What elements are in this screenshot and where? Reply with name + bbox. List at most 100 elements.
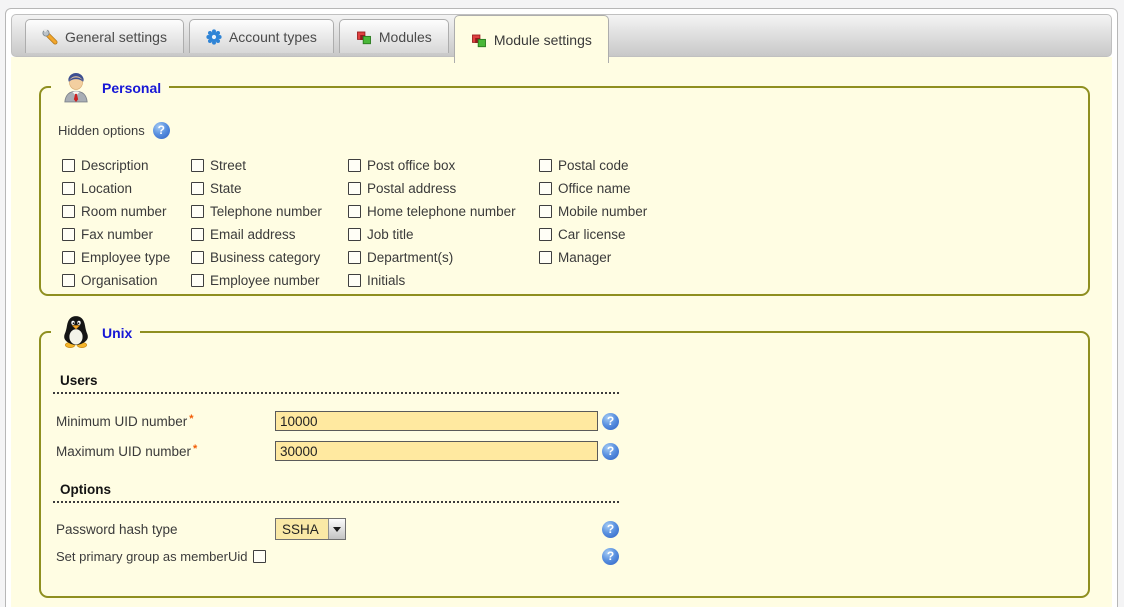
person-icon bbox=[59, 69, 93, 106]
hidden-option: State bbox=[191, 181, 348, 196]
unix-legend: Unix bbox=[51, 313, 140, 351]
tab-general-settings[interactable]: General settings bbox=[25, 19, 184, 53]
tab-account-types[interactable]: Account types bbox=[189, 19, 334, 53]
hidden-option: Room number bbox=[62, 204, 191, 219]
hidden-option-checkbox[interactable] bbox=[191, 182, 204, 195]
hidden-option: Department(s) bbox=[348, 250, 539, 265]
hidden-option: Home telephone number bbox=[348, 204, 539, 219]
hidden-option-checkbox[interactable] bbox=[191, 159, 204, 172]
member-uid-checkbox[interactable] bbox=[253, 550, 266, 563]
password-hash-row: Password hash type SSHA ? bbox=[56, 515, 619, 543]
help-icon[interactable]: ? bbox=[602, 413, 619, 430]
hidden-option: Email address bbox=[191, 227, 348, 242]
tab-label: Module settings bbox=[494, 32, 592, 48]
hidden-options-grid: Description Street Post office box Postal c… bbox=[62, 154, 1074, 292]
password-hash-select[interactable]: SSHA bbox=[275, 518, 346, 540]
gear-icon bbox=[206, 29, 222, 45]
hidden-option-checkbox[interactable] bbox=[62, 251, 75, 264]
hidden-option-checkbox[interactable] bbox=[191, 274, 204, 287]
hidden-option: Office name bbox=[539, 181, 1074, 196]
hidden-option-label: Business category bbox=[210, 250, 320, 265]
hidden-option-checkbox[interactable] bbox=[539, 182, 552, 195]
unix-title: Unix bbox=[102, 323, 132, 341]
hidden-option-label: Post office box bbox=[367, 158, 455, 173]
hidden-option-label: Employee number bbox=[210, 273, 320, 288]
hidden-option: Employee type bbox=[62, 250, 191, 265]
hidden-option: Postal code bbox=[539, 158, 1074, 173]
hidden-option-checkbox[interactable] bbox=[539, 228, 552, 241]
hidden-option-label: Office name bbox=[558, 181, 631, 196]
hidden-option-label: Postal code bbox=[558, 158, 629, 173]
settings-window: General settings Account typesModules Modu… bbox=[5, 8, 1118, 607]
hidden-option-label: Job title bbox=[367, 227, 414, 242]
hidden-option-checkbox[interactable] bbox=[62, 205, 75, 218]
hidden-option: Postal address bbox=[348, 181, 539, 196]
tab-module-settings[interactable]: Module settings bbox=[454, 15, 609, 63]
required-asterisk: * bbox=[193, 443, 197, 455]
hidden-option-checkbox[interactable] bbox=[62, 274, 75, 287]
hidden-option: Car license bbox=[539, 227, 1074, 242]
member-uid-label: Set primary group as memberUid bbox=[56, 549, 247, 564]
chevron-down-icon[interactable] bbox=[328, 519, 345, 539]
hidden-option-checkbox[interactable] bbox=[539, 205, 552, 218]
hidden-option-label: Telephone number bbox=[210, 204, 322, 219]
help-icon[interactable]: ? bbox=[602, 548, 619, 565]
hidden-option-label: Postal address bbox=[367, 181, 456, 196]
hidden-option-label: Fax number bbox=[81, 227, 153, 242]
hidden-option: Street bbox=[191, 158, 348, 173]
hidden-option: Mobile number bbox=[539, 204, 1074, 219]
hidden-option-checkbox[interactable] bbox=[539, 159, 552, 172]
hidden-option: Manager bbox=[539, 250, 1074, 265]
tab-label: General settings bbox=[65, 29, 167, 45]
help-icon[interactable]: ? bbox=[602, 443, 619, 460]
hidden-option-checkbox[interactable] bbox=[62, 182, 75, 195]
uid-field-row: Minimum UID number*? bbox=[56, 406, 619, 436]
hidden-option-checkbox[interactable] bbox=[539, 251, 552, 264]
hidden-option-label: Organisation bbox=[81, 273, 158, 288]
uid-input[interactable] bbox=[275, 411, 598, 431]
help-icon[interactable]: ? bbox=[153, 122, 170, 139]
hidden-option: Initials bbox=[348, 273, 539, 288]
hidden-option-checkbox[interactable] bbox=[348, 205, 361, 218]
hidden-option: Organisation bbox=[62, 273, 191, 288]
personal-section: Personal Hidden options ? DescriptionStr… bbox=[39, 86, 1090, 296]
uid-input[interactable] bbox=[275, 441, 598, 461]
hidden-option-checkbox[interactable] bbox=[62, 228, 75, 241]
hidden-option-label: State bbox=[210, 181, 242, 196]
help-icon[interactable]: ? bbox=[602, 521, 619, 538]
hidden-option-checkbox[interactable] bbox=[348, 274, 361, 287]
hidden-option-label: Home telephone number bbox=[367, 204, 516, 219]
hidden-option-checkbox[interactable] bbox=[348, 251, 361, 264]
hidden-option-checkbox[interactable] bbox=[348, 182, 361, 195]
tab-modules[interactable]: Modules bbox=[339, 19, 449, 53]
hidden-option-checkbox[interactable] bbox=[62, 159, 75, 172]
personal-title: Personal bbox=[102, 78, 161, 96]
password-hash-label: Password hash type bbox=[56, 522, 275, 537]
hidden-option-checkbox[interactable] bbox=[191, 228, 204, 241]
hidden-option: Telephone number bbox=[191, 204, 348, 219]
hidden-option: Location bbox=[62, 181, 191, 196]
hidden-option-checkbox[interactable] bbox=[191, 205, 204, 218]
options-heading: Options bbox=[53, 482, 619, 503]
tab-bar: General settings Account typesModules Modu… bbox=[11, 14, 1112, 57]
hidden-option-label: Department(s) bbox=[367, 250, 453, 265]
hidden-option-label: Room number bbox=[81, 204, 167, 219]
hidden-option-label: Mobile number bbox=[558, 204, 647, 219]
modules-icon bbox=[471, 32, 487, 48]
tux-icon bbox=[59, 314, 93, 351]
users-heading: Users bbox=[53, 373, 619, 394]
hidden-option-label: Car license bbox=[558, 227, 626, 242]
hidden-option: Post office box bbox=[348, 158, 539, 173]
hidden-option-checkbox[interactable] bbox=[191, 251, 204, 264]
module-settings-panel: Personal Hidden options ? DescriptionStr… bbox=[11, 57, 1112, 607]
hidden-option: Job title bbox=[348, 227, 539, 242]
hidden-option-label: Email address bbox=[210, 227, 296, 242]
hidden-option-checkbox[interactable] bbox=[348, 228, 361, 241]
hidden-option-label: Street bbox=[210, 158, 246, 173]
hidden-option-label: Description bbox=[81, 158, 149, 173]
hidden-option: Business category bbox=[191, 250, 348, 265]
hidden-option: Description bbox=[62, 158, 191, 173]
personal-legend: Personal bbox=[51, 68, 169, 106]
hidden-option-checkbox[interactable] bbox=[348, 159, 361, 172]
hidden-option-label: Employee type bbox=[81, 250, 170, 265]
